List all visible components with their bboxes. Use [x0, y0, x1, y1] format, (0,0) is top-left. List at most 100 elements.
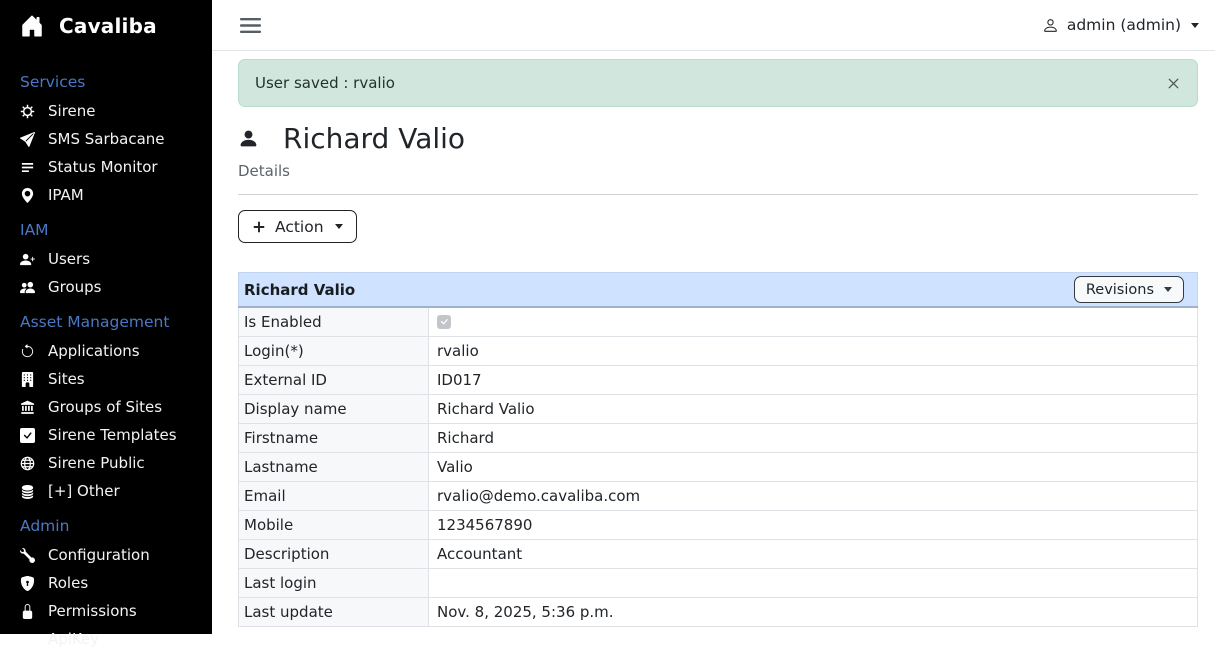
sidebar-item-groups[interactable]: Groups: [20, 273, 204, 301]
field-value: rvalio: [429, 337, 1198, 366]
sidebar-item-label: Sirene: [48, 102, 96, 120]
field-label: Firstname: [239, 424, 429, 453]
table-row: Lastname Valio: [239, 453, 1198, 482]
sidebar-item-sirene[interactable]: Sirene: [20, 97, 204, 125]
field-label: Display name: [239, 395, 429, 424]
sidebar-item-roles[interactable]: Roles: [20, 569, 204, 597]
table-row: Display name Richard Valio: [239, 395, 1198, 424]
sidebar-section: Asset Management Applications Sites Grou…: [20, 312, 204, 505]
sidebar-item-configuration[interactable]: Configuration: [20, 541, 204, 569]
sidebar-item-sirene-templates[interactable]: Sirene Templates: [20, 421, 204, 449]
field-value: Richard: [429, 424, 1198, 453]
sidebar-item-label: Users: [48, 250, 90, 268]
sidebar-item-status-monitor[interactable]: Status Monitor: [20, 153, 204, 181]
topbar: admin (admin): [212, 0, 1215, 51]
table-row: Last update Nov. 8, 2025, 5:36 p.m.: [239, 598, 1198, 627]
is-enabled-checkbox: [437, 315, 451, 329]
brand[interactable]: Cavaliba: [20, 14, 204, 38]
table-row: Description Accountant: [239, 540, 1198, 569]
sidebar: Cavaliba Services Sirene SMS Sarbacane S…: [0, 0, 212, 634]
revisions-button[interactable]: Revisions: [1074, 276, 1184, 303]
house-icon: [20, 14, 44, 38]
page-title-row: Richard Valio: [238, 122, 1198, 155]
plus-icon: [252, 220, 266, 234]
action-button-label: Action: [275, 218, 324, 236]
table-header-title: Richard Valio: [244, 281, 355, 299]
user-menu[interactable]: admin (admin): [1042, 16, 1199, 34]
hamburger-icon[interactable]: [238, 13, 263, 38]
sidebar-item-applications[interactable]: Applications: [20, 337, 204, 365]
sidebar-item-label: Groups: [48, 278, 101, 296]
field-value: rvalio@demo.cavaliba.com: [429, 482, 1198, 511]
person-icon: [238, 128, 259, 149]
gear-icon: [20, 104, 35, 119]
sidebar-item-sms-sarbacane[interactable]: SMS Sarbacane: [20, 125, 204, 153]
sidebar-section-title-iam: IAM: [20, 220, 204, 241]
person-plus-icon: [20, 252, 35, 267]
field-label: Mobile: [239, 511, 429, 540]
divider: [238, 194, 1198, 195]
sidebar-item-sirene-public[interactable]: Sirene Public: [20, 449, 204, 477]
sidebar-item-label: SMS Sarbacane: [48, 130, 165, 148]
user-detail-table: Richard Valio Revisions Is Enabled Login…: [238, 272, 1198, 627]
chevron-down-icon: [335, 224, 343, 229]
sidebar-item-label: Status Monitor: [48, 158, 158, 176]
field-label: Last login: [239, 569, 429, 598]
chevron-down-icon: [1164, 287, 1172, 292]
sidebar-item-other[interactable]: [+] Other: [20, 477, 204, 505]
lock-icon: [20, 604, 35, 619]
sidebar-item-permissions[interactable]: Permissions: [20, 597, 204, 625]
sidebar-item-groups-of-sites[interactable]: Groups of Sites: [20, 393, 204, 421]
sidebar-section: Admin Configuration Roles Permissions Ap…: [20, 516, 204, 653]
table-row: Email rvalio@demo.cavaliba.com: [239, 482, 1198, 511]
shield-lock-icon: [20, 576, 35, 591]
sidebar-item-apikey[interactable]: ApiKey: [20, 625, 204, 653]
page-title: Richard Valio: [283, 122, 465, 155]
wrench-icon: [20, 548, 35, 563]
sidebar-section: Services Sirene SMS Sarbacane Status Mon…: [20, 72, 204, 209]
table-row: External ID ID017: [239, 366, 1198, 395]
revisions-button-label: Revisions: [1086, 282, 1154, 298]
field-value: 1234567890: [429, 511, 1198, 540]
sidebar-item-label: [+] Other: [48, 482, 120, 500]
sidebar-item-label: Sirene Public: [48, 454, 145, 472]
sidebar-item-ipam[interactable]: IPAM: [20, 181, 204, 209]
field-value: [429, 569, 1198, 598]
people-icon: [20, 280, 35, 295]
user-menu-label: admin (admin): [1067, 16, 1181, 34]
chevron-down-icon: [1191, 23, 1199, 28]
table-row: Firstname Richard: [239, 424, 1198, 453]
field-label: Lastname: [239, 453, 429, 482]
field-label: Description: [239, 540, 429, 569]
page-subtitle: Details: [238, 162, 1198, 180]
database-icon: [20, 484, 35, 499]
sidebar-item-label: Applications: [48, 342, 140, 360]
sidebar-item-users[interactable]: Users: [20, 245, 204, 273]
arrow-refresh-icon: [20, 344, 35, 359]
sidebar-item-label: Configuration: [48, 546, 150, 564]
globe-icon: [20, 456, 35, 471]
table-row: Login(*) rvalio: [239, 337, 1198, 366]
field-value: ID017: [429, 366, 1198, 395]
field-value: Richard Valio: [429, 395, 1198, 424]
brand-name: Cavaliba: [59, 14, 157, 38]
check-square-icon: [20, 428, 35, 443]
building-icon: [20, 372, 35, 387]
sidebar-nav: Services Sirene SMS Sarbacane Status Mon…: [20, 72, 204, 653]
list-icon: [20, 160, 35, 175]
field-value: [429, 307, 1198, 337]
field-label: Login(*): [239, 337, 429, 366]
table-row: Mobile 1234567890: [239, 511, 1198, 540]
bank-icon: [20, 400, 35, 415]
table-header: Richard Valio Revisions: [239, 273, 1197, 306]
sidebar-item-sites[interactable]: Sites: [20, 365, 204, 393]
close-icon[interactable]: [1164, 74, 1183, 93]
sidebar-section-title-services: Services: [20, 72, 204, 93]
sidebar-item-label: Roles: [48, 574, 88, 592]
field-label: External ID: [239, 366, 429, 395]
field-label: Email: [239, 482, 429, 511]
sidebar-item-label: ApiKey: [48, 630, 99, 648]
action-button[interactable]: Action: [238, 210, 357, 243]
field-value: Accountant: [429, 540, 1198, 569]
main-area: admin (admin) User saved : rvalio Richar…: [212, 0, 1215, 634]
